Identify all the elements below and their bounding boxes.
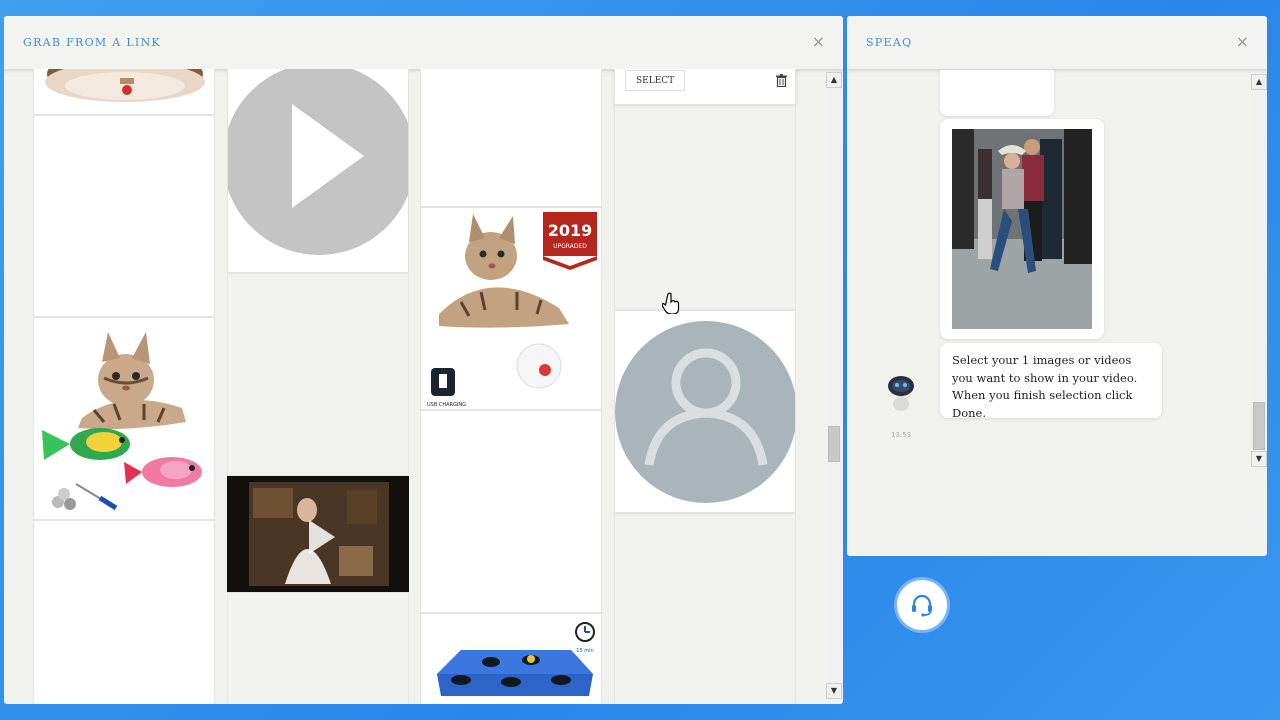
media-tile-blank[interactable] (420, 69, 602, 207)
scroll-down-arrow[interactable]: ▼ (1251, 451, 1267, 467)
panel-header: GRAB FROM A LINK × (4, 16, 843, 69)
close-button[interactable]: × (1236, 32, 1249, 51)
select-button[interactable]: SELECT (625, 70, 686, 91)
speaq-chat-panel: SPEAQ × 13:53 Select your 1 images or vi… (847, 16, 1267, 556)
panel-title: SPEAQ (866, 36, 913, 49)
hand-cursor-icon (662, 292, 680, 314)
media-tile-selected: SELECT (614, 69, 796, 105)
media-tile-cat-box-toy[interactable]: 15 min (420, 613, 602, 704)
media-tile-empty[interactable] (227, 592, 409, 704)
chat-image-dancing-boy (952, 129, 1092, 329)
product-bowl-image (45, 69, 205, 102)
video-thumbnail-image (227, 476, 409, 592)
panel-header: SPEAQ × (847, 16, 1267, 69)
scroll-up-arrow[interactable]: ▲ (1251, 74, 1267, 90)
grab-from-link-panel: GRAB FROM A LINK × 2019 UPGRADED USB CHA… (4, 16, 843, 704)
message-time: 13:53 (891, 431, 912, 439)
usb-label: USB CHARGING (427, 402, 466, 408)
badge-year: 2019 (548, 221, 593, 240)
timer-label: 15 min (576, 648, 593, 654)
close-button[interactable]: × (812, 32, 825, 51)
play-icon (228, 69, 408, 255)
headset-icon (912, 594, 932, 617)
media-tile-empty[interactable] (614, 513, 796, 704)
scroll-up-arrow[interactable]: ▲ (826, 72, 842, 88)
media-tile-video-thumbnail[interactable] (227, 476, 409, 592)
media-tile-empty[interactable] (227, 273, 409, 476)
support-chat-button[interactable] (897, 580, 947, 630)
media-tile-blank[interactable] (420, 410, 602, 613)
cat-box-toy-image: 15 min (437, 622, 595, 696)
scroll-down-arrow[interactable]: ▼ (826, 683, 842, 699)
media-tile-blank[interactable] (33, 520, 215, 704)
media-tile-empty[interactable] (614, 105, 796, 310)
media-column-4: SELECT (614, 69, 796, 704)
chat-bubble-bot-message: Select your 1 images or videos you want … (940, 343, 1162, 420)
chat-bubble-image[interactable] (940, 119, 1104, 339)
media-tile-blank[interactable] (33, 115, 215, 317)
cat-ball-toy-image: 2019 UPGRADED USB CHARGING (427, 212, 597, 408)
chat-bubble-previous (940, 70, 1054, 116)
media-grid: 2019 UPGRADED USB CHARGING 15 min SELECT (4, 69, 826, 704)
bot-avatar-icon (888, 376, 914, 411)
media-tile-cat-ball-toy[interactable]: 2019 UPGRADED USB CHARGING (420, 207, 602, 410)
scroll-thumb[interactable] (1253, 402, 1265, 450)
media-tile-user-placeholder[interactable] (614, 310, 796, 513)
media-column-2 (227, 69, 409, 704)
user-placeholder-icon (615, 321, 795, 503)
badge-text: UPGRADED (553, 243, 587, 250)
media-tile-video-placeholder[interactable] (227, 69, 409, 273)
bot-message-text: Select your 1 images or videos you want … (952, 353, 1138, 420)
panel-title: GRAB FROM A LINK (23, 36, 162, 49)
media-tile-cat-fish-toy[interactable] (33, 317, 215, 520)
media-column-3: 2019 UPGRADED USB CHARGING 15 min (420, 69, 602, 704)
scroll-thumb[interactable] (828, 426, 840, 462)
cat-fish-toy-image (42, 332, 202, 511)
trash-icon[interactable] (776, 72, 787, 91)
left-scrollbar[interactable]: ▲ ▼ (826, 72, 842, 699)
media-column-1 (33, 69, 215, 704)
chat-scrollbar[interactable]: ▲ ▼ (1251, 74, 1267, 467)
media-tile-product-bowl[interactable] (33, 69, 215, 115)
